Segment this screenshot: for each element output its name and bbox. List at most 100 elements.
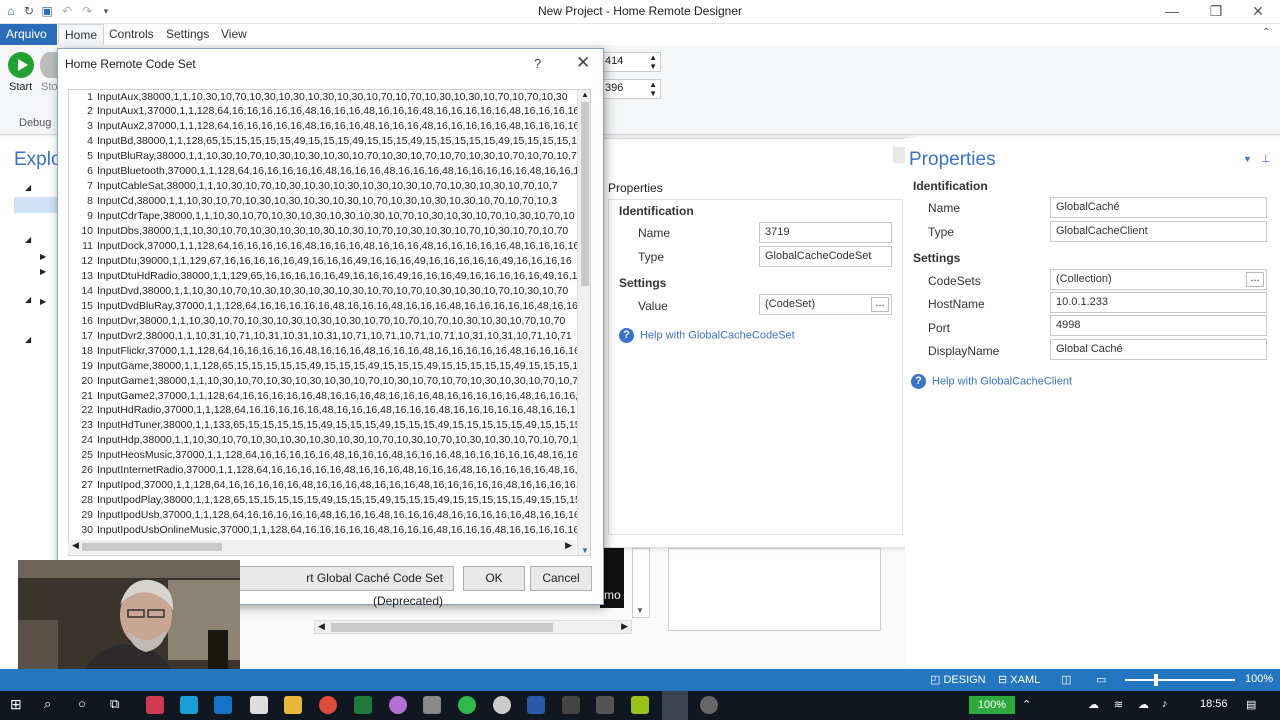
- codeset-name-field[interactable]: 3719: [759, 222, 892, 243]
- explorer-selected-row[interactable]: [14, 197, 60, 213]
- tray-expand-icon[interactable]: ⌃: [1022, 698, 1031, 711]
- cortana-icon[interactable]: ○: [78, 696, 86, 711]
- notifications-icon[interactable]: ▤: [1246, 698, 1256, 711]
- client-name-field[interactable]: GlobalCaché: [1050, 197, 1267, 218]
- battery-indicator[interactable]: 100%: [969, 696, 1015, 714]
- collapse-icon[interactable]: ▶: [40, 297, 46, 306]
- tab-home[interactable]: Home: [58, 24, 105, 45]
- code-line[interactable]: 24 InputHdp,38000,1,1,10,30,10,70,10,30,1…: [69, 434, 577, 449]
- code-vscroll-thumb[interactable]: [581, 102, 589, 286]
- port-field[interactable]: 4998: [1050, 315, 1267, 336]
- onedrive-icon[interactable]: ☁: [1138, 698, 1149, 711]
- skype-icon[interactable]: [180, 696, 198, 714]
- canvas-hscroll-thumb[interactable]: [331, 623, 553, 632]
- fit-view-icon[interactable]: ▭: [1096, 673, 1106, 686]
- media-app-icon[interactable]: [389, 696, 407, 714]
- word-icon[interactable]: [527, 696, 545, 714]
- excel-icon[interactable]: [354, 696, 372, 714]
- code-line[interactable]: 30 InputIpodUsbOnlineMusic,37000,1,1,128,…: [69, 524, 577, 539]
- taskbar-app-icon[interactable]: [631, 696, 649, 714]
- cloud-icon[interactable]: ☁: [1088, 698, 1099, 711]
- ribbon-field-2[interactable]: 396 ▲ ▼: [600, 79, 661, 99]
- expand-icon[interactable]: ◢: [25, 335, 31, 344]
- chrome-icon[interactable]: [319, 696, 337, 714]
- edge-icon[interactable]: [214, 696, 232, 714]
- codesets-ellipsis-button[interactable]: ...: [1246, 272, 1264, 287]
- codesets-field[interactable]: (Collection) ...: [1050, 269, 1267, 290]
- code-line[interactable]: 18 InputFlickr,37000,1,1,128,64,16,16,16,…: [69, 345, 577, 360]
- code-line[interactable]: 25 InputHeosMusic,37000,1,1,128,64,16,16,…: [69, 449, 577, 464]
- scroll-right-icon[interactable]: ▶: [565, 540, 572, 551]
- client-help-link[interactable]: ? Help with GlobalCacheClient: [911, 374, 1072, 389]
- code-line[interactable]: 1 InputAux,38000,1,1,10,30,10,70,10,30,10…: [69, 91, 577, 106]
- code-line[interactable]: 8 InputCd,38000,1,1,10,30,10,70,10,30,10,…: [69, 195, 577, 210]
- code-line[interactable]: 15 InputDvdBluRay,37000,1,1,128,64,16,16,…: [69, 300, 577, 315]
- code-line[interactable]: 14 InputDvd,38000,1,1,10,30,10,70,10,30,1…: [69, 285, 577, 300]
- scroll-right-icon[interactable]: ▶: [621, 621, 628, 632]
- collapse-icon[interactable]: ▶: [40, 267, 46, 276]
- code-vscrollbar[interactable]: ▲ ▼: [577, 90, 590, 555]
- tab-settings[interactable]: Settings: [160, 24, 215, 45]
- zoom-slider-thumb[interactable]: [1154, 674, 1158, 686]
- ribbon-collapse-icon[interactable]: ⌃: [1262, 27, 1270, 38]
- code-line[interactable]: 9 InputCdrTape,38000,1,1,10,30,10,70,10,3…: [69, 210, 577, 225]
- code-line[interactable]: 7 InputCableSat,38000,1,1,10,30,10,70,10,…: [69, 180, 577, 195]
- code-line[interactable]: 6 InputBluetooth,37000,1,1,128,64,16,16,1…: [69, 165, 577, 180]
- taskbar-app-icon[interactable]: [596, 696, 614, 714]
- tab-arquivo[interactable]: Arquivo: [0, 24, 57, 45]
- code-line[interactable]: 27 InputIpod,37000,1,1,128,64,16,16,16,16…: [69, 479, 577, 494]
- xaml-view-button[interactable]: ⊟ XAML: [998, 673, 1040, 686]
- search-icon[interactable]: ⌕: [44, 696, 51, 712]
- tab-controls[interactable]: Controls: [103, 24, 160, 45]
- ok-button[interactable]: OK: [463, 566, 525, 591]
- whatsapp-icon[interactable]: [458, 696, 476, 714]
- displayname-field[interactable]: Global Caché: [1050, 339, 1267, 360]
- ribbon-field-1[interactable]: 414 ▲ ▼: [600, 52, 661, 72]
- maximize-button[interactable]: ❐: [1194, 0, 1238, 24]
- scroll-down-icon[interactable]: ▼: [581, 546, 589, 555]
- code-line[interactable]: 28 InputIpodPlay,38000,1,1,128,65,15,15,1…: [69, 494, 577, 509]
- notepad-icon[interactable]: [250, 696, 268, 714]
- code-line[interactable]: 23 InputHdTuner,38000,1,1,133,65,15,15,15…: [69, 419, 577, 434]
- windows-start-icon[interactable]: ⊞: [10, 696, 22, 713]
- cancel-button[interactable]: Cancel: [530, 566, 592, 591]
- taskbar-app-icon[interactable]: [700, 696, 718, 714]
- code-line[interactable]: 4 InputBd,38000,1,1,128,65,15,15,15,15,15…: [69, 135, 577, 150]
- taskbar-app-icon[interactable]: [493, 696, 511, 714]
- expand-icon[interactable]: ◢: [25, 183, 31, 192]
- split-view-icon[interactable]: ◫: [1061, 673, 1071, 686]
- code-line[interactable]: 10 InputDbs,38000,1,1,10,30,10,70,10,30,1…: [69, 225, 577, 240]
- hostname-field[interactable]: 10.0.1.233: [1050, 292, 1267, 313]
- code-line[interactable]: 5 InputBluRay,38000,1,1,10,30,10,70,10,30…: [69, 150, 577, 165]
- code-line[interactable]: 26 InputInternetRadio,37000,1,1,128,64,16…: [69, 464, 577, 479]
- code-line[interactable]: 20 InputGame1,38000,1,1,10,30,10,70,10,30…: [69, 375, 577, 390]
- minimize-button[interactable]: —: [1150, 0, 1194, 24]
- taskbar-app-icon[interactable]: [146, 696, 164, 714]
- expand-icon[interactable]: ◢: [25, 235, 31, 244]
- design-view-button[interactable]: ◰ DESIGN: [930, 673, 986, 686]
- expand-icon[interactable]: ◢: [25, 295, 31, 304]
- home-remote-designer-taskbar-icon[interactable]: [662, 691, 688, 720]
- codeset-help-link[interactable]: ? Help with GlobalCacheCodeSet: [619, 328, 795, 343]
- panel-menu-icon[interactable]: ▼: [1243, 154, 1252, 164]
- close-window-button[interactable]: ✕: [1236, 0, 1280, 24]
- code-hscrollbar[interactable]: ◀ ▶: [68, 540, 576, 554]
- taskbar-app-icon[interactable]: [562, 696, 580, 714]
- code-line[interactable]: 3 InputAux2,37000,1,1,128,64,16,16,16,16,…: [69, 120, 577, 135]
- stop-button[interactable]: [40, 52, 58, 78]
- code-hscroll-thumb[interactable]: [82, 543, 222, 551]
- file-explorer-icon[interactable]: [284, 696, 302, 714]
- scroll-left-icon[interactable]: ◀: [72, 540, 79, 551]
- import-global-cache-button[interactable]: rt Global Caché Code Set (Deprecated): [238, 566, 454, 608]
- code-line[interactable]: 12 InputDtu,39000,1,1,129,67,16,16,16,16,…: [69, 255, 577, 270]
- canvas-area[interactable]: [668, 548, 881, 631]
- code-line[interactable]: 16 InputDvr,38000,1,1,10,30,10,70,10,30,1…: [69, 315, 577, 330]
- task-view-icon[interactable]: ⧉: [110, 696, 119, 712]
- value-ellipsis-button[interactable]: ...: [871, 297, 889, 312]
- dialog-help-button[interactable]: ?: [534, 56, 541, 71]
- volume-icon[interactable]: ♪: [1162, 698, 1168, 710]
- code-line[interactable]: 13 InputDtuHdRadio,38000,1,1,129,65,16,16…: [69, 270, 577, 285]
- code-line[interactable]: 11 InputDock,37000,1,1,128,64,16,16,16,16…: [69, 240, 577, 255]
- canvas-scrollbar[interactable]: ▼: [632, 548, 650, 618]
- spin-icon[interactable]: ▲ ▼: [649, 53, 657, 71]
